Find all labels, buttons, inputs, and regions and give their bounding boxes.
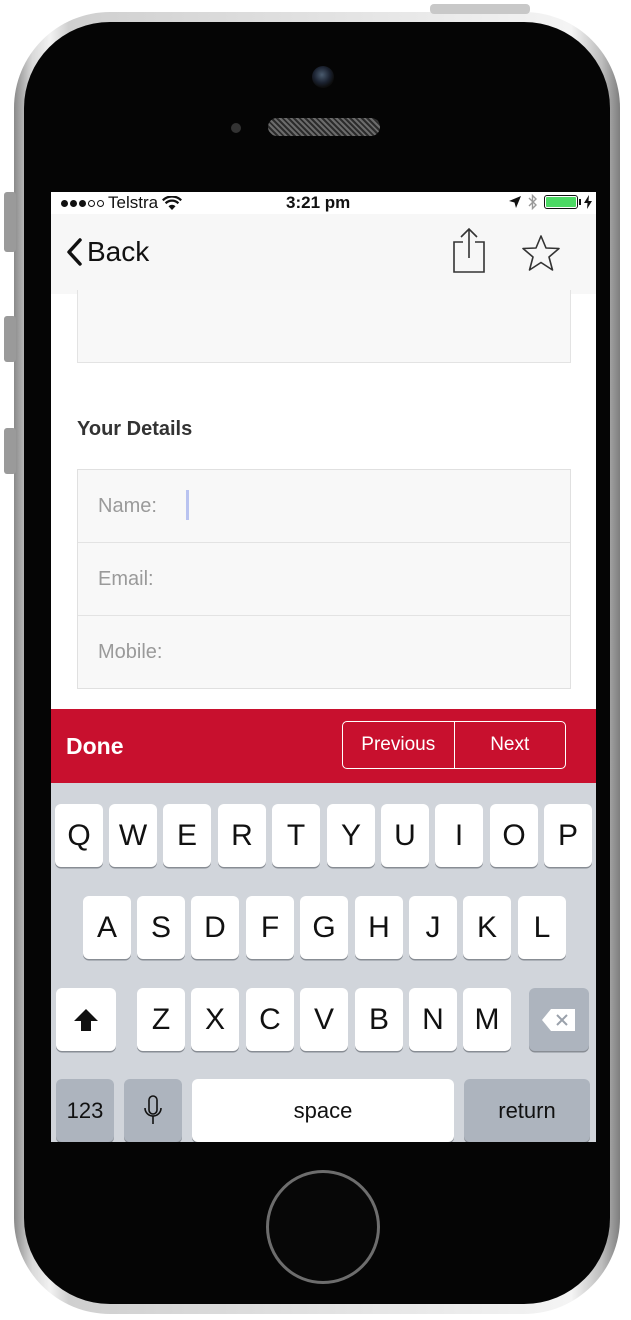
key-f[interactable]: F [246,896,294,959]
key-t[interactable]: T [272,804,320,867]
key-v[interactable]: V [300,988,348,1051]
location-arrow-icon [509,196,521,208]
done-button[interactable]: Done [66,733,124,760]
key-i[interactable]: I [435,804,483,867]
carrier-group: Telstra [61,193,183,213]
back-button[interactable]: Back [65,236,149,268]
key-o[interactable]: O [490,804,538,867]
email-input[interactable] [188,561,552,597]
form-content: Your Details Name: Email: Mobile: [51,290,596,709]
back-label: Back [87,236,150,267]
backspace-icon [542,1008,575,1031]
key-u[interactable]: U [381,804,429,867]
proximity-sensor [231,123,241,133]
carrier-name: Telstra [108,193,159,212]
name-field-row[interactable]: Name: [78,470,570,543]
key-h[interactable]: H [355,896,403,959]
volume-up-button [4,316,16,362]
dictation-key[interactable] [124,1079,182,1142]
star-icon[interactable] [521,234,561,272]
sleep-button [430,4,530,14]
key-d[interactable]: D [191,896,239,959]
delete-key[interactable] [529,988,589,1051]
mobile-field-row[interactable]: Mobile: [78,616,570,688]
key-e[interactable]: E [163,804,211,867]
keyboard: Q W E R T Y U I O P A S D F G H J K L Z … [51,783,596,1142]
numbers-key[interactable]: 123 [56,1079,114,1142]
signal-strength-icon [61,199,104,207]
charging-bolt-icon [584,195,592,209]
nav-bar: Back [51,214,596,295]
share-icon[interactable] [449,226,489,276]
shift-arrow-icon [74,1008,98,1031]
name-input[interactable] [188,488,552,524]
status-bar: Telstra 3:21 pm [51,192,596,214]
key-x[interactable]: X [191,988,239,1051]
status-time: 3:21 pm [286,193,351,212]
status-right-group [508,194,592,210]
mute-switch [4,192,16,252]
front-camera [312,66,334,88]
battery-icon [544,195,581,209]
key-z[interactable]: Z [137,988,185,1051]
screen: Telstra 3:21 pm Back Your Details Name: … [51,192,596,1142]
mobile-label: Mobile: [98,641,163,663]
previous-button[interactable]: Previous [343,722,455,768]
earpiece-speaker [268,118,380,136]
key-s[interactable]: S [137,896,185,959]
key-y[interactable]: Y [327,804,375,867]
prev-next-segmented-control: Previous Next [342,721,566,769]
key-b[interactable]: B [355,988,403,1051]
key-l[interactable]: L [518,896,566,959]
key-g[interactable]: G [300,896,348,959]
key-w[interactable]: W [109,804,157,867]
details-form: Name: Email: Mobile: [77,469,571,689]
key-j[interactable]: J [409,896,457,959]
key-q[interactable]: Q [55,804,103,867]
volume-down-button [4,428,16,474]
section-title: Your Details [77,418,193,440]
keyboard-accessory-bar: Done Previous Next [51,709,596,783]
name-label: Name: [98,495,157,517]
key-a[interactable]: A [83,896,131,959]
return-key[interactable]: return [464,1079,590,1142]
chevron-left-icon [67,238,82,266]
key-c[interactable]: C [246,988,294,1051]
shift-key[interactable] [56,988,116,1051]
key-m[interactable]: M [463,988,511,1051]
key-n[interactable]: N [409,988,457,1051]
key-k[interactable]: K [463,896,511,959]
wifi-icon [162,195,183,210]
next-button[interactable]: Next [455,722,566,768]
space-key[interactable]: space [192,1079,454,1142]
email-field-row[interactable]: Email: [78,543,570,616]
microphone-icon [144,1094,162,1124]
home-button[interactable] [266,1170,380,1284]
key-p[interactable]: P [544,804,592,867]
email-label: Email: [98,568,154,590]
bluetooth-icon [528,194,537,210]
previous-field-box[interactable] [77,290,571,363]
mobile-input[interactable] [188,634,552,670]
key-r[interactable]: R [218,804,266,867]
